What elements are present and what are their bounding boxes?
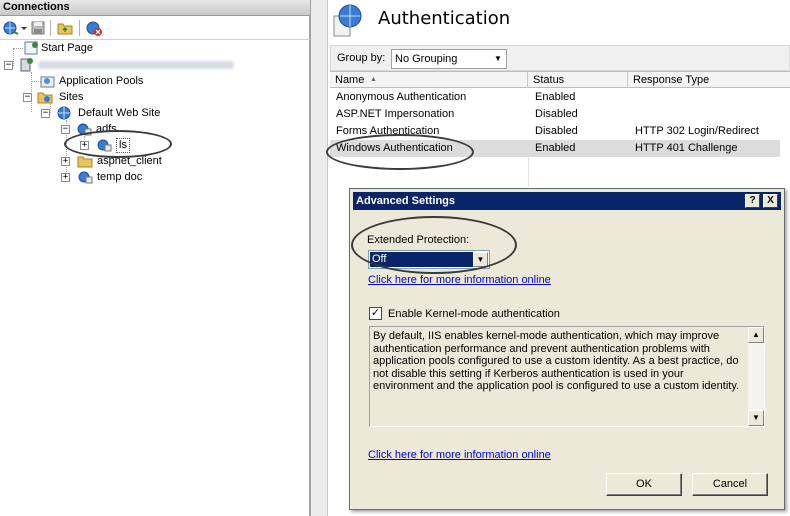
server-icon	[18, 58, 34, 72]
sites-folder-icon	[37, 90, 53, 104]
sort-ascending-icon: ▲	[370, 76, 377, 83]
scroll-up-icon[interactable]: ▲	[748, 327, 764, 343]
pane-splitter[interactable]	[310, 0, 328, 516]
group-by-label: Group by:	[337, 52, 386, 64]
connections-toolbar	[0, 16, 310, 40]
description-box: By default, IIS enables kernel-mode auth…	[369, 326, 765, 427]
expand-toggle[interactable]: +	[61, 157, 70, 166]
annotation-ellipse	[326, 134, 474, 170]
description-text: By default, IIS enables kernel-mode auth…	[373, 330, 740, 392]
web-app-icon	[77, 170, 93, 184]
annotation-ellipse	[351, 216, 517, 274]
connections-pane: Connections Start Page − Application Poo…	[0, 0, 310, 516]
disconnect-icon[interactable]	[85, 19, 103, 37]
redacted-server-name	[38, 61, 234, 69]
close-button[interactable]: X	[763, 194, 778, 208]
connect-globe-icon[interactable]	[2, 19, 20, 37]
connections-tree: Start Page − Application Pools − Sites −	[0, 40, 310, 516]
ok-button[interactable]: OK	[606, 473, 682, 496]
collapse-toggle[interactable]: −	[61, 125, 70, 134]
dialog-titlebar[interactable]: Advanced Settings ? X	[353, 192, 781, 210]
kernel-mode-checkbox[interactable]: ✓	[369, 307, 382, 320]
kernel-mode-label: Enable Kernel-mode authentication	[388, 308, 560, 320]
help-button[interactable]: ?	[745, 194, 760, 208]
start-page-icon	[24, 41, 40, 55]
group-by-select[interactable]: No Grouping ▼	[391, 49, 507, 69]
chevron-down-icon: ▼	[494, 54, 502, 63]
tree-label: Start Page	[41, 42, 93, 54]
column-name[interactable]: Name ▲	[330, 72, 528, 88]
annotation-ellipse	[64, 130, 172, 158]
collapse-toggle[interactable]: −	[41, 109, 50, 118]
tree-label: Application Pools	[59, 75, 144, 87]
more-info-link[interactable]: Click here for more information online	[368, 274, 551, 286]
globe-icon	[56, 106, 72, 120]
tree-label: temp doc	[97, 171, 143, 183]
dialog-title: Advanced Settings	[356, 195, 456, 207]
tree-label: Sites	[59, 91, 84, 103]
table-row[interactable]: Anonymous Authentication Enabled	[330, 89, 780, 106]
connections-header: Connections	[0, 0, 310, 16]
cancel-button[interactable]: Cancel	[692, 473, 768, 496]
grid-header: Name ▲ Status Response Type	[330, 71, 790, 88]
page-title: Authentication	[378, 8, 511, 29]
folder-up-icon[interactable]	[56, 19, 74, 37]
authentication-icon	[332, 4, 364, 38]
expand-toggle[interactable]: +	[61, 173, 70, 182]
group-by-bar: Group by: No Grouping ▼	[330, 45, 790, 71]
collapse-toggle[interactable]: −	[23, 93, 32, 102]
collapse-toggle[interactable]: −	[4, 61, 13, 70]
group-by-value: No Grouping	[395, 53, 458, 65]
table-row[interactable]: ASP.NET Impersonation Disabled	[330, 106, 780, 123]
save-icon[interactable]	[29, 19, 47, 37]
app-pools-icon	[40, 74, 56, 88]
column-response-type[interactable]: Response Type	[628, 72, 790, 88]
description-scrollbar[interactable]: ▲ ▼	[748, 327, 764, 426]
column-status[interactable]: Status	[528, 72, 628, 88]
scroll-down-icon[interactable]: ▼	[748, 410, 764, 426]
more-info-link[interactable]: Click here for more information online	[368, 449, 551, 461]
tree-label: Default Web Site	[78, 107, 161, 119]
connect-dropdown-icon[interactable]	[20, 19, 28, 37]
